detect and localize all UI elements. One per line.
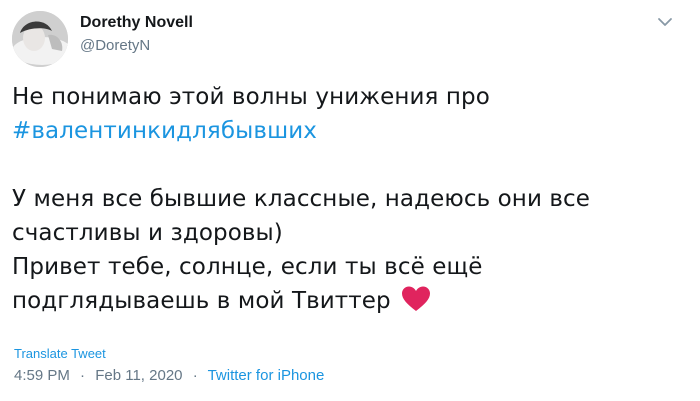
tweet-date[interactable]: Feb 11, 2020 [95, 367, 182, 384]
tweet-author: Dorethy Novell @DoretyN [80, 13, 193, 56]
tweet-line-text: подглядываешь в мой Твиттер [12, 288, 391, 314]
tweet-metadata: 4:59 PM · Feb 11, 2020 · Twitter for iPh… [14, 367, 324, 384]
author-handle[interactable]: @DoretyN [80, 36, 193, 56]
tweet-line: Привет тебе, солнце, если ты всё ещё [12, 254, 483, 280]
chevron-down-icon[interactable] [656, 14, 674, 28]
hashtag-link[interactable]: #валентинкидлябывших [12, 114, 672, 148]
tweet-line: счастливы и здоровы) [12, 220, 283, 246]
tweet-time[interactable]: 4:59 PM [14, 367, 70, 384]
avatar-image [12, 11, 68, 67]
tweet-text: Не понимаю этой волны унижения про #вале… [12, 80, 672, 323]
tweet-line: Не понимаю этой волны унижения про [12, 84, 490, 110]
tweet-card: Dorethy Novell @DoretyN Не понимаю этой … [0, 0, 700, 401]
tweet-line-with-emoji: подглядываешь в мой Твиттер [12, 284, 672, 323]
meta-separator: · [192, 367, 198, 384]
translate-tweet-link[interactable]: Translate Tweet [14, 346, 106, 361]
tweet-line: У меня все бывшие классные, надеюсь они … [12, 186, 591, 212]
tweet-source-link[interactable]: Twitter for iPhone [208, 367, 325, 384]
author-display-name[interactable]: Dorethy Novell [80, 13, 193, 33]
avatar[interactable] [12, 11, 68, 67]
heart-icon [401, 285, 431, 323]
meta-separator: · [80, 367, 86, 384]
